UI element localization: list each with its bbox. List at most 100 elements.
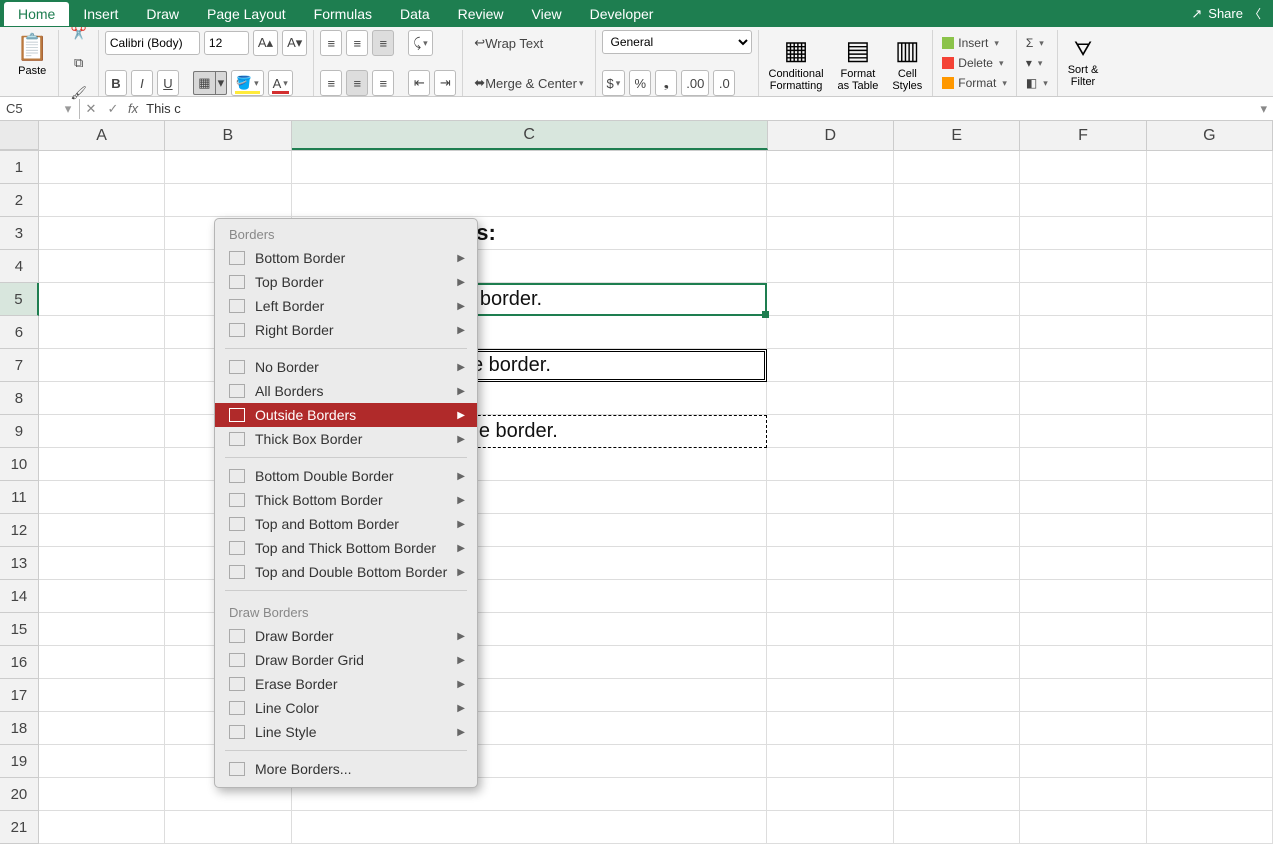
row-header-19[interactable]: 19 <box>0 745 39 778</box>
autosum-button[interactable]: Σ▾ <box>1023 34 1051 52</box>
cell-E20[interactable] <box>894 778 1020 811</box>
cell-D10[interactable] <box>767 448 893 481</box>
merge-center-button[interactable]: ⬌ Merge & Center ▾ <box>469 70 588 96</box>
cell-E10[interactable] <box>894 448 1020 481</box>
borders-dropdown-button[interactable]: ▾ <box>215 71 227 95</box>
cell-D9[interactable] <box>767 415 893 448</box>
cell-D1[interactable] <box>767 151 893 184</box>
cell-A15[interactable] <box>39 613 165 646</box>
cell-G2[interactable] <box>1147 184 1273 217</box>
cell-E6[interactable] <box>894 316 1020 349</box>
cell-A12[interactable] <box>39 514 165 547</box>
cell-D6[interactable] <box>767 316 893 349</box>
increase-font-button[interactable]: A▴ <box>253 30 278 56</box>
cell-F12[interactable] <box>1020 514 1146 547</box>
increase-decimal-button[interactable]: .00 <box>681 70 709 96</box>
row-header-11[interactable]: 11 <box>0 481 39 514</box>
cell-D16[interactable] <box>767 646 893 679</box>
align-center-button[interactable]: ≡ <box>346 70 368 96</box>
row-header-20[interactable]: 20 <box>0 778 39 811</box>
cell-F7[interactable] <box>1020 349 1146 382</box>
cell-E17[interactable] <box>894 679 1020 712</box>
row-header-13[interactable]: 13 <box>0 547 39 580</box>
cell-E19[interactable] <box>894 745 1020 778</box>
cell-A9[interactable] <box>39 415 165 448</box>
cell-A19[interactable] <box>39 745 165 778</box>
cell-E13[interactable] <box>894 547 1020 580</box>
border-menu-item-bottom-double-border[interactable]: Bottom Double Border▶ <box>215 464 477 488</box>
column-header-A[interactable]: A <box>39 121 165 150</box>
cell-G9[interactable] <box>1147 415 1273 448</box>
cell-G20[interactable] <box>1147 778 1273 811</box>
cell-F18[interactable] <box>1020 712 1146 745</box>
border-menu-item-left-border[interactable]: Left Border▶ <box>215 294 477 318</box>
border-menu-item-outside-borders[interactable]: Outside Borders▶ <box>215 403 477 427</box>
cell-D5[interactable] <box>767 283 893 316</box>
cell-E16[interactable] <box>894 646 1020 679</box>
cell-F5[interactable] <box>1020 283 1146 316</box>
cell-F11[interactable] <box>1020 481 1146 514</box>
border-menu-item-top-and-bottom-border[interactable]: Top and Bottom Border▶ <box>215 512 477 536</box>
row-header-3[interactable]: 3 <box>0 217 39 250</box>
border-menu-item-no-border[interactable]: No Border▶ <box>215 355 477 379</box>
tab-view[interactable]: View <box>518 2 576 26</box>
cell-F16[interactable] <box>1020 646 1146 679</box>
cell-F15[interactable] <box>1020 613 1146 646</box>
insert-cells-button[interactable]: Insert ▾ <box>939 34 1010 52</box>
tab-formulas[interactable]: Formulas <box>300 2 386 26</box>
cell-A14[interactable] <box>39 580 165 613</box>
cell-G3[interactable] <box>1147 217 1273 250</box>
border-menu-item-line-color[interactable]: Line Color▶ <box>215 696 477 720</box>
select-all-corner[interactable] <box>0 121 39 150</box>
font-color-button[interactable]: A▾ <box>268 70 293 96</box>
cell-D8[interactable] <box>767 382 893 415</box>
cell-C2[interactable] <box>292 184 768 217</box>
cell-F17[interactable] <box>1020 679 1146 712</box>
font-name-select[interactable] <box>105 31 200 55</box>
border-menu-item-bottom-border[interactable]: Bottom Border▶ <box>215 246 477 270</box>
name-box-dropdown-icon[interactable]: ▾ <box>63 101 73 117</box>
cell-D4[interactable] <box>767 250 893 283</box>
copy-icon[interactable]: ⧉ <box>65 52 92 74</box>
cell-G6[interactable] <box>1147 316 1273 349</box>
cell-G21[interactable] <box>1147 811 1273 844</box>
border-menu-item-top-and-double-bottom-border[interactable]: Top and Double Bottom Border▶ <box>215 560 477 584</box>
cell-A21[interactable] <box>39 811 165 844</box>
cell-D3[interactable] <box>767 217 893 250</box>
column-header-F[interactable]: F <box>1020 121 1146 150</box>
row-header-8[interactable]: 8 <box>0 382 39 415</box>
cell-A2[interactable] <box>39 184 165 217</box>
cell-A10[interactable] <box>39 448 165 481</box>
paste-button[interactable]: 📋 Paste <box>12 30 52 79</box>
border-menu-item-thick-box-border[interactable]: Thick Box Border▶ <box>215 427 477 451</box>
comma-button[interactable]: ❟ <box>655 70 677 96</box>
tab-data[interactable]: Data <box>386 2 444 26</box>
border-menu-item-thick-bottom-border[interactable]: Thick Bottom Border▶ <box>215 488 477 512</box>
cell-E5[interactable] <box>894 283 1020 316</box>
number-format-select[interactable]: General <box>602 30 752 54</box>
tab-draw[interactable]: Draw <box>132 2 193 26</box>
cell-F3[interactable] <box>1020 217 1146 250</box>
border-menu-item-draw-border[interactable]: Draw Border▶ <box>215 624 477 648</box>
decrease-decimal-button[interactable]: .0 <box>713 70 735 96</box>
cell-E7[interactable] <box>894 349 1020 382</box>
align-middle-button[interactable]: ≡ <box>346 30 368 56</box>
cell-D15[interactable] <box>767 613 893 646</box>
cell-G14[interactable] <box>1147 580 1273 613</box>
tab-page-layout[interactable]: Page Layout <box>193 2 300 26</box>
cell-G7[interactable] <box>1147 349 1273 382</box>
align-bottom-button[interactable]: ≡ <box>372 30 394 56</box>
currency-button[interactable]: $▾ <box>602 70 626 96</box>
format-cells-button[interactable]: Format ▾ <box>939 74 1010 92</box>
cell-D11[interactable] <box>767 481 893 514</box>
wrap-text-button[interactable]: ↩ Wrap Text <box>469 30 548 56</box>
cell-G15[interactable] <box>1147 613 1273 646</box>
cell-G12[interactable] <box>1147 514 1273 547</box>
cell-D12[interactable] <box>767 514 893 547</box>
percent-button[interactable]: % <box>629 70 651 96</box>
cell-A13[interactable] <box>39 547 165 580</box>
cell-F13[interactable] <box>1020 547 1146 580</box>
cell-A1[interactable] <box>39 151 165 184</box>
row-header-1[interactable]: 1 <box>0 151 39 184</box>
cell-E1[interactable] <box>894 151 1020 184</box>
